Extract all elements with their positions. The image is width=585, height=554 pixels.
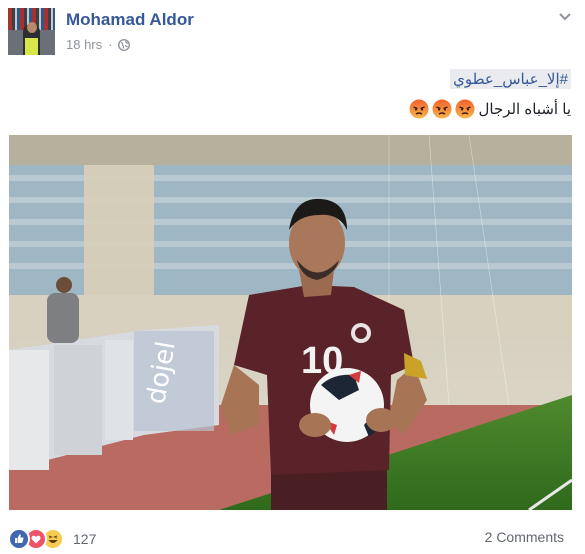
post-meta: 18 hrs · <box>66 37 131 52</box>
avatar-vest <box>25 38 38 55</box>
angry-emoji <box>432 99 452 119</box>
angry-emoji <box>409 99 429 119</box>
post-time[interactable]: 18 hrs <box>66 37 102 52</box>
globe-icon[interactable] <box>118 38 131 51</box>
reactions-summary[interactable]: 127 <box>8 528 96 550</box>
facebook-post: Mohamad Aldor 18 hrs · #إلا_عباس_عطوي يا… <box>0 0 585 554</box>
post-text: يا أشباه الرجال <box>478 101 571 118</box>
angry-emoji <box>455 99 475 119</box>
like-icon <box>8 528 30 550</box>
post-text-line: يا أشباه الرجال <box>409 99 571 119</box>
avatar-head <box>27 22 37 33</box>
avatar[interactable] <box>8 8 55 55</box>
chevron-down-icon[interactable] <box>557 10 573 24</box>
comments-count-link[interactable]: 2 Comments <box>485 529 564 545</box>
hashtag-link[interactable]: #إلا_عباس_عطوي <box>450 69 571 89</box>
reaction-count: 127 <box>73 531 97 547</box>
meta-separator: · <box>108 37 113 52</box>
author-name[interactable]: Mohamad Aldor <box>66 10 194 30</box>
post-photo[interactable]: dojel 10 <box>9 135 572 510</box>
